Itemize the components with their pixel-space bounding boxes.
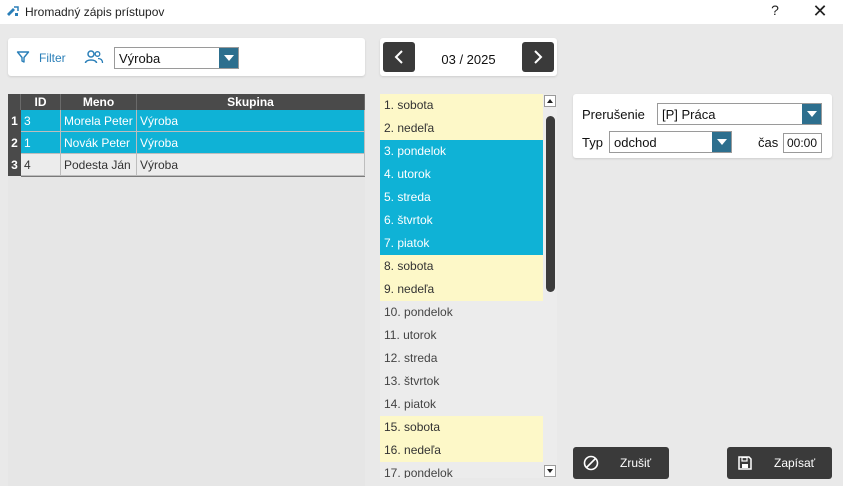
time-label: čas [758, 135, 779, 150]
day-item[interactable]: 6. štvrtok [380, 209, 543, 232]
month-navigator: 03 / 2025 [380, 38, 557, 76]
scroll-up-button[interactable] [544, 95, 556, 107]
type-select-button[interactable] [712, 132, 731, 152]
day-item[interactable]: 7. piatok [380, 232, 543, 255]
cell-id: 4 [21, 154, 61, 176]
day-item[interactable]: 1. sobota [380, 94, 543, 117]
interruption-select-value: [P] Práca [662, 107, 716, 122]
floppy-disk-icon [738, 456, 752, 470]
employee-grid: ID Meno Skupina 1 3 Morela Peter Výroba … [8, 94, 365, 486]
day-item[interactable]: 2. nedeľa [380, 117, 543, 140]
day-item[interactable]: 12. streda [380, 347, 543, 370]
next-month-button[interactable] [522, 42, 554, 72]
arrow-down-icon [547, 469, 553, 473]
day-list: 1. sobota 2. nedeľa 3. pondelok 4. utorok 5.… [380, 94, 557, 478]
grid-header-rownum [8, 94, 21, 110]
save-button-label: Zapísať [774, 456, 816, 470]
filter-panel: Filter Výroba [8, 38, 365, 76]
type-select[interactable]: odchod [609, 131, 732, 153]
time-input[interactable]: 00:00 [783, 133, 822, 153]
client-area: Filter Výroba ID Meno Skupina 1 3 Morela… [0, 24, 843, 486]
close-button[interactable]: ✕ [810, 1, 830, 23]
day-item[interactable]: 15. sobota [380, 416, 543, 439]
day-list-scrollbar[interactable] [543, 94, 557, 478]
group-select[interactable]: Výroba [114, 47, 239, 69]
grid-header-id[interactable]: ID [21, 94, 61, 110]
row-number: 1 [8, 110, 21, 132]
entry-form: Prerušenie [P] Práca Typ odchod čas 00:0… [573, 94, 832, 158]
row-number: 3 [8, 154, 21, 176]
day-item[interactable]: 9. nedeľa [380, 278, 543, 301]
title-bar: Hromadný zápis prístupov ? ✕ [0, 0, 843, 24]
day-item[interactable]: 5. streda [380, 186, 543, 209]
day-item[interactable]: 13. štvrtok [380, 370, 543, 393]
month-label: 03 / 2025 [441, 52, 496, 67]
cell-group: Výroba [137, 110, 365, 132]
scroll-thumb[interactable] [546, 116, 555, 292]
grid-divider [21, 176, 365, 177]
cell-id: 3 [21, 110, 61, 132]
interruption-select[interactable]: [P] Práca [657, 103, 822, 125]
table-row[interactable]: 3 4 Podesta Ján Výroba [8, 154, 365, 176]
table-row[interactable]: 2 1 Novák Peter Výroba [8, 132, 365, 154]
grid-header-name[interactable]: Meno [61, 94, 137, 110]
cancel-button[interactable]: Zrušiť [573, 447, 669, 479]
day-item[interactable]: 8. sobota [380, 255, 543, 278]
interruption-label: Prerušenie [582, 107, 645, 122]
chevron-right-icon [534, 50, 543, 64]
chevron-down-icon [806, 111, 817, 117]
help-button[interactable]: ? [766, 2, 784, 22]
filter-label[interactable]: Filter [39, 51, 66, 65]
group-select-button[interactable] [219, 48, 238, 68]
type-label: Typ [582, 135, 603, 150]
cell-name: Novák Peter [61, 132, 137, 154]
save-button[interactable]: Zapísať [727, 447, 832, 479]
interruption-select-button[interactable] [802, 104, 821, 124]
chevron-left-icon [394, 50, 403, 64]
cancel-icon [583, 455, 599, 471]
day-item[interactable]: 17. pondelok [380, 462, 543, 478]
day-item[interactable]: 16. nedeľa [380, 439, 543, 462]
day-item[interactable]: 10. pondelok [380, 301, 543, 324]
users-icon [84, 50, 104, 64]
grid-header-group[interactable]: Skupina [137, 94, 365, 110]
day-item[interactable]: 3. pondelok [380, 140, 543, 163]
day-item[interactable]: 14. piatok [380, 393, 543, 416]
group-select-value: Výroba [119, 51, 161, 66]
scroll-down-button[interactable] [544, 465, 556, 477]
filter-icon[interactable] [16, 50, 30, 64]
app-icon [7, 6, 19, 16]
grid-header: ID Meno Skupina [8, 94, 365, 110]
cancel-button-label: Zrušiť [620, 456, 652, 470]
type-select-value: odchod [614, 135, 657, 150]
cell-group: Výroba [137, 132, 365, 154]
chevron-down-icon [223, 55, 234, 61]
cell-id: 1 [21, 132, 61, 154]
day-item[interactable]: 4. utorok [380, 163, 543, 186]
day-item[interactable]: 11. utorok [380, 324, 543, 347]
cell-group: Výroba [137, 154, 365, 176]
row-number: 2 [8, 132, 21, 154]
cell-name: Podesta Ján [61, 154, 137, 176]
table-row[interactable]: 1 3 Morela Peter Výroba [8, 110, 365, 132]
window-title: Hromadný zápis prístupov [25, 5, 165, 19]
cell-name: Morela Peter [61, 110, 137, 132]
prev-month-button[interactable] [383, 42, 415, 72]
chevron-down-icon [716, 139, 727, 145]
arrow-up-icon [547, 99, 553, 103]
